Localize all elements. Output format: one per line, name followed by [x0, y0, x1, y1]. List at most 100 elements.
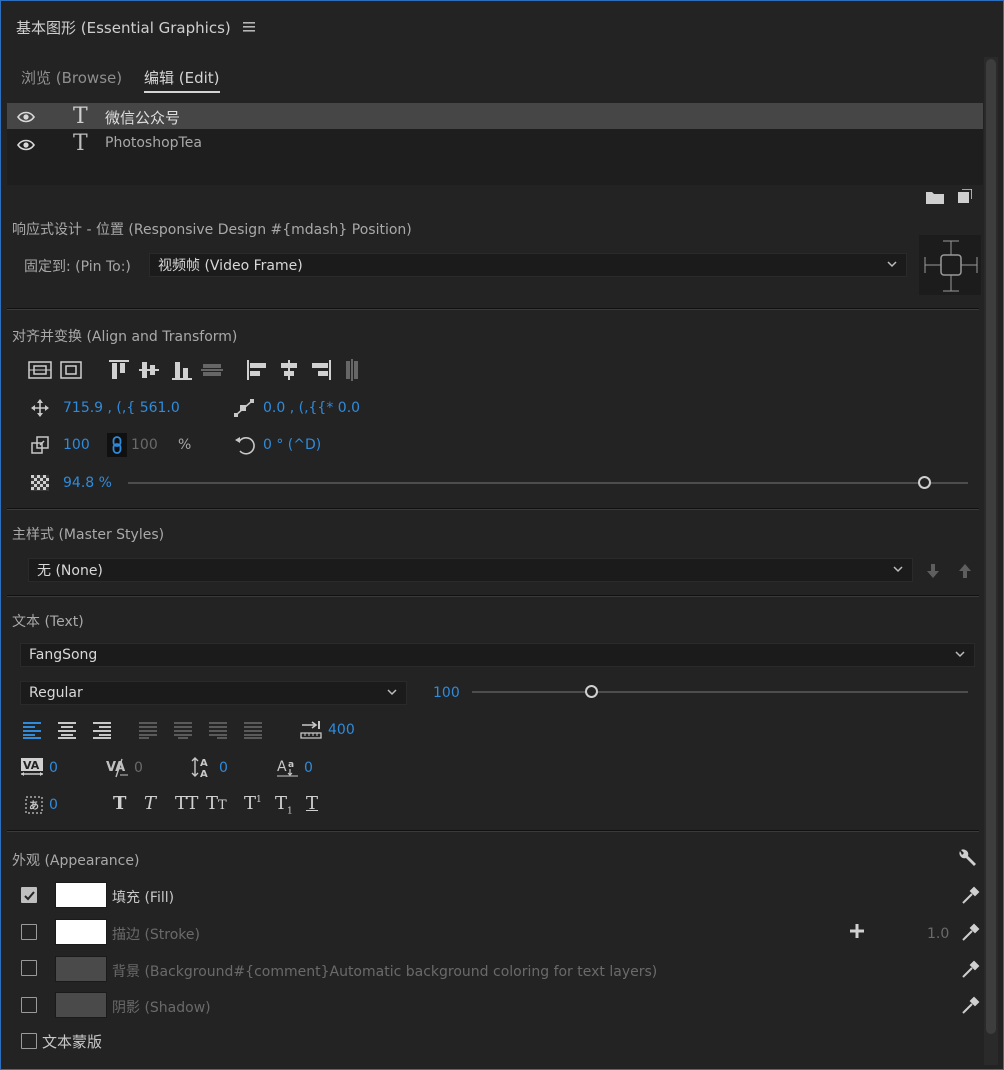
svg-text:a: a	[288, 760, 294, 770]
leading-value[interactable]: 0	[219, 760, 228, 776]
fill-checkbox[interactable]	[21, 887, 37, 903]
svg-text:A: A	[277, 759, 287, 775]
responsive-title: 响应式设计 - 位置 (Responsive Design #{mdash} P…	[12, 222, 412, 238]
kerning-value[interactable]: 0	[49, 760, 58, 776]
tab-edit[interactable]: 编辑 (Edit)	[144, 67, 220, 93]
position-value[interactable]: 715.9 , (,{ 561.0	[63, 400, 180, 416]
opacity-slider-handle[interactable]	[918, 476, 931, 489]
eyedropper-icon[interactable]	[961, 959, 981, 979]
chevron-down-icon	[954, 648, 966, 660]
rotation-value[interactable]: 0 ° (^D)	[263, 437, 321, 453]
opacity-icon	[31, 475, 49, 491]
font-family-dropdown[interactable]: FangSong	[20, 643, 975, 667]
background-checkbox[interactable]	[21, 960, 37, 976]
scale-icon	[31, 436, 49, 454]
pin-to-label: 固定到: (Pin To:)	[24, 259, 131, 275]
rotation-icon	[234, 434, 256, 456]
font-size-value[interactable]: 100	[433, 685, 460, 701]
tab-width-value[interactable]: 400	[328, 722, 355, 738]
background-color-swatch[interactable]	[55, 956, 107, 982]
align-bottom-icon[interactable]	[171, 359, 193, 381]
align-right-icon[interactable]	[310, 359, 332, 381]
master-styles-dropdown[interactable]: 无 (None)	[28, 558, 913, 582]
eyedropper-icon[interactable]	[961, 922, 981, 942]
text-mask-checkbox[interactable]	[21, 1033, 37, 1049]
fill-color-swatch[interactable]	[55, 882, 107, 908]
align-text-left-icon[interactable]	[23, 721, 43, 739]
justify-right-icon[interactable]	[209, 721, 229, 739]
text-mask-label: 文本蒙版	[42, 1033, 103, 1051]
font-style-dropdown[interactable]: Regular	[20, 681, 407, 705]
push-style-down-icon[interactable]	[926, 563, 940, 579]
eye-icon[interactable]	[17, 139, 35, 151]
align-text-center-icon[interactable]	[57, 721, 77, 739]
scrollbar-thumb[interactable]	[986, 59, 996, 1034]
font-family-value: FangSong	[29, 647, 98, 663]
subscript-icon[interactable]: T1	[275, 793, 293, 817]
superscript-icon[interactable]: T1	[244, 793, 262, 814]
stroke-checkbox[interactable]	[21, 924, 37, 940]
hamburger-icon[interactable]	[242, 21, 257, 33]
faux-italic-icon[interactable]: T	[144, 793, 156, 814]
eyedropper-icon[interactable]	[961, 885, 981, 905]
chevron-down-icon	[892, 563, 904, 575]
stroke-color-swatch[interactable]	[55, 919, 107, 945]
stroke-width-value[interactable]: 1.0	[927, 926, 949, 942]
all-caps-icon[interactable]: TT	[175, 793, 198, 814]
chevron-down-icon	[386, 686, 398, 698]
stroke-label: 描边 (Stroke)	[112, 927, 200, 943]
underline-icon[interactable]: T	[306, 793, 318, 814]
justify-all-icon[interactable]	[244, 721, 264, 739]
pin-diagram[interactable]	[919, 235, 981, 295]
distribute-vertical-icon[interactable]	[201, 359, 223, 381]
anchor-value[interactable]: 0.0 , (,{{* 0.0	[263, 400, 360, 416]
tsume-value[interactable]: 0	[49, 797, 58, 813]
new-layer-icon[interactable]	[958, 189, 972, 203]
layer-row[interactable]: T 微信公众号	[7, 103, 983, 129]
align-top-icon[interactable]	[108, 359, 130, 381]
pin-to-dropdown[interactable]: 视频帧 (Video Frame)	[149, 253, 907, 277]
justify-center-icon[interactable]	[174, 721, 194, 739]
align-vcenter-icon[interactable]	[138, 359, 160, 381]
align-hcenter-icon[interactable]	[278, 359, 300, 381]
new-group-icon[interactable]	[926, 190, 944, 204]
eye-icon[interactable]	[17, 111, 35, 123]
scale-unit: %	[178, 437, 192, 453]
align-to-selection-icon[interactable]	[28, 361, 52, 379]
scale-value[interactable]: 100	[63, 437, 90, 453]
tab-browse[interactable]: 浏览 (Browse)	[21, 67, 122, 88]
shadow-color-swatch[interactable]	[55, 992, 107, 1018]
eyedropper-icon[interactable]	[961, 995, 981, 1015]
baseline-shift-value[interactable]: 0	[304, 760, 313, 776]
distribute-horizontal-icon[interactable]	[341, 359, 363, 381]
align-left-icon[interactable]	[246, 359, 268, 381]
align-text-right-icon[interactable]	[91, 721, 111, 739]
svg-text:VA: VA	[106, 760, 125, 775]
tracking-value[interactable]: 0	[134, 760, 143, 776]
layer-name[interactable]: PhotoshopTea	[105, 135, 202, 151]
pin-to-value: 视频帧 (Video Frame)	[158, 258, 303, 274]
opacity-value[interactable]: 94.8 %	[63, 475, 112, 491]
small-caps-icon[interactable]: TT	[206, 793, 227, 814]
tab-width-icon[interactable]	[300, 721, 322, 739]
font-size-slider[interactable]	[472, 685, 968, 699]
shadow-checkbox[interactable]	[21, 997, 37, 1013]
wrench-icon[interactable]	[957, 849, 977, 869]
layer-row[interactable]: T PhotoshopTea	[7, 131, 983, 157]
shadow-label: 阴影 (Shadow)	[112, 1000, 211, 1016]
push-style-up-icon[interactable]	[958, 563, 972, 579]
add-stroke-icon[interactable]	[849, 923, 865, 939]
layer-name[interactable]: 微信公众号	[105, 107, 180, 128]
anchor-point-icon	[234, 399, 254, 417]
text-title: 文本 (Text)	[12, 614, 84, 630]
font-size-slider-handle[interactable]	[585, 685, 598, 698]
justify-left-icon[interactable]	[139, 721, 159, 739]
scrollbar-track[interactable]	[984, 57, 998, 1065]
chevron-down-icon	[886, 258, 898, 270]
font-size-slider-track	[472, 691, 968, 693]
link-scale-icon[interactable]	[107, 433, 127, 457]
align-to-frame-icon[interactable]	[60, 361, 82, 379]
background-label: 背景 (Background#{comment}Automatic backgr…	[112, 964, 658, 980]
faux-bold-icon[interactable]: T	[113, 793, 126, 814]
opacity-slider[interactable]	[128, 476, 968, 490]
